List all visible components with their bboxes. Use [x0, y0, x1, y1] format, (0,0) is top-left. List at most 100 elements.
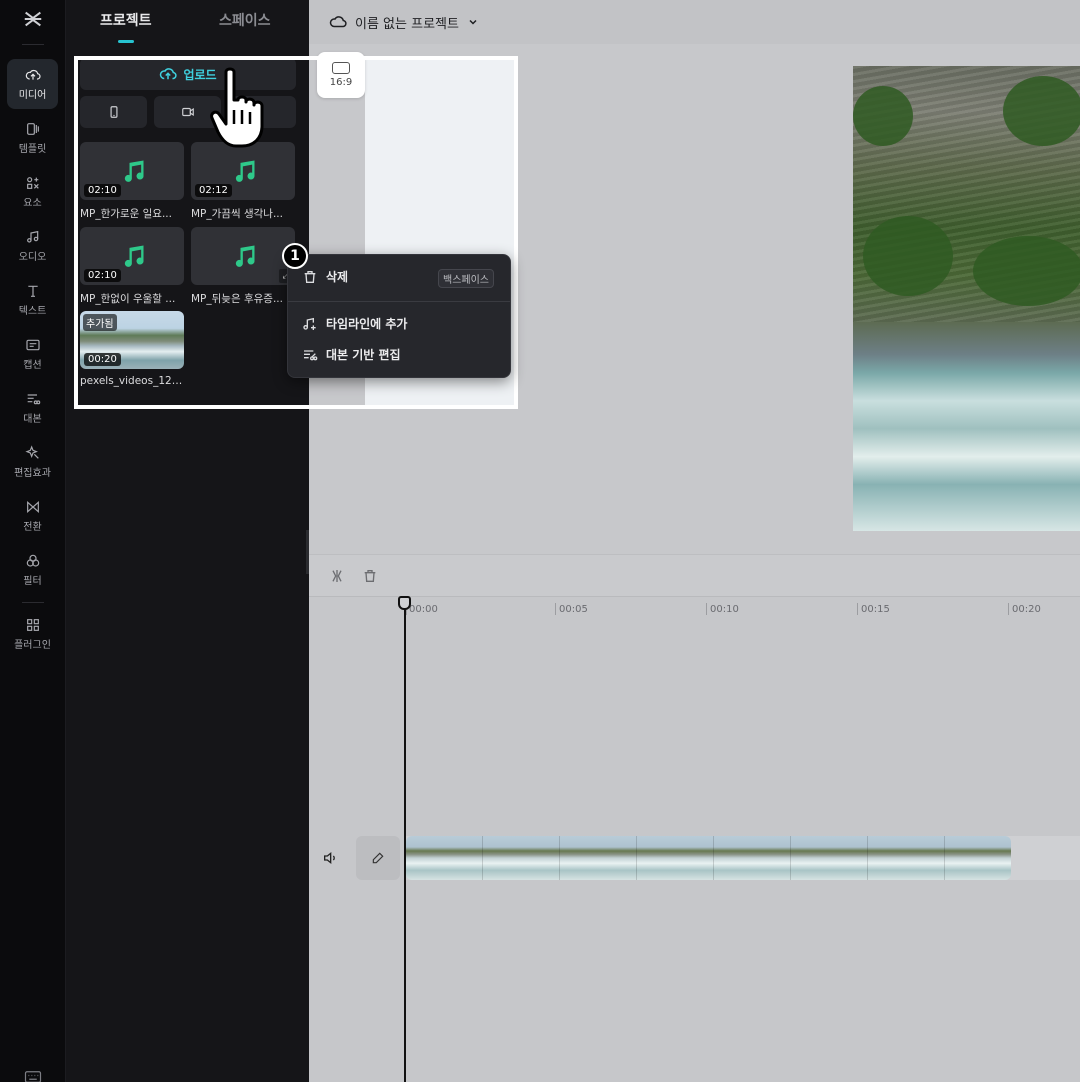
media-card[interactable]: 02:12 MP_가끔씩 생각나...: [191, 142, 295, 221]
duration-label: 00:20: [84, 353, 121, 366]
project-name[interactable]: 이름 없는 프로젝트: [355, 13, 459, 32]
phone-icon: [110, 106, 117, 118]
added-badge: 추가됨: [83, 314, 117, 331]
music-note-icon: [124, 160, 144, 182]
tab-project[interactable]: 프로젝트: [100, 10, 152, 30]
media-card[interactable]: 추가됨 00:20 pexels_videos_1291...: [80, 311, 186, 387]
ruler-label: 00:15: [861, 604, 890, 615]
rail-item-transitions[interactable]: 전환: [7, 491, 58, 541]
rail-divider: [22, 602, 44, 603]
rail-item-filters[interactable]: 필터: [7, 545, 58, 595]
clip-frame: [714, 836, 791, 880]
music-note-icon: [235, 245, 255, 267]
top-header: 이름 없는 프로젝트: [309, 0, 1080, 44]
pointer-hand-icon: [210, 67, 264, 148]
step-number-badge: 1: [282, 243, 308, 269]
video-thumbnail: 추가됨 00:20: [80, 311, 184, 369]
ruler-label: 00:20: [1012, 604, 1041, 615]
add-to-timeline-icon: [303, 317, 316, 330]
menu-item-add-to-timeline[interactable]: 타임라인에 추가: [302, 315, 407, 332]
foliage: [973, 236, 1080, 306]
phone-upload-button[interactable]: [80, 96, 147, 128]
active-tab-indicator: [118, 40, 134, 43]
clip-frame: [406, 836, 483, 880]
script-edit-icon: [304, 349, 318, 360]
timeline-toolbar: [309, 554, 1080, 596]
music-note-icon: [26, 230, 38, 243]
rail-item-label: 오디오: [18, 252, 47, 263]
playhead[interactable]: [404, 598, 406, 1082]
video-clip[interactable]: [406, 836, 1011, 880]
duration-label: 02:10: [84, 269, 121, 282]
ruler-tick: [706, 603, 707, 615]
media-card[interactable]: 02:10 MP_한가로운 일요...: [80, 142, 184, 221]
left-rail: 미디어 템플릿 요소 오디오 텍스트 캡션 대본 편집효과 전환 필터 플러그인: [0, 0, 66, 1082]
panel-tabs: 프로젝트 스페이스: [66, 0, 309, 44]
trash-icon[interactable]: [362, 568, 378, 584]
rail-item-script[interactable]: 대본: [7, 383, 58, 433]
rail-item-templates[interactable]: 템플릿: [7, 113, 58, 163]
media-thumbnail: 02:10: [80, 142, 184, 200]
script-icon: [27, 394, 40, 405]
rail-item-label: 편집효과: [14, 468, 51, 479]
aspect-ratio-icon: [332, 62, 350, 74]
rail-item-label: 미디어: [18, 90, 47, 101]
filter-icon: [26, 554, 39, 567]
rail-item-label: 전환: [23, 522, 42, 533]
cloud-upload-icon: [25, 69, 41, 80]
rail-item-label: 대본: [23, 414, 42, 425]
ruler-label: 00:10: [710, 604, 739, 615]
context-menu: 삭제 백스페이스 타임라인에 추가 대본 기반 편집: [287, 254, 511, 378]
rail-item-label: 요소: [23, 198, 42, 209]
ruler-tick: [857, 603, 858, 615]
clip-frame: [560, 836, 637, 880]
ruler-label: 00:05: [559, 604, 588, 615]
rail-item-elements[interactable]: 요소: [7, 167, 58, 217]
rail-item-audio[interactable]: 오디오: [7, 221, 58, 271]
rail-item-plugins[interactable]: 플러그인: [7, 609, 58, 659]
menu-item-label: 삭제: [326, 270, 349, 284]
clip-frame: [945, 836, 1011, 880]
time-ruler: 00:00 00:05 00:10 00:15 00:20: [309, 597, 1080, 617]
media-card[interactable]: ⤢ MP_뒤늦은 후유증...: [191, 227, 295, 306]
chevron-down-icon[interactable]: [467, 16, 479, 28]
rail-item-captions[interactable]: 캡션: [7, 329, 58, 379]
media-thumbnail: ⤢: [191, 227, 295, 285]
video-preview[interactable]: [853, 66, 1080, 531]
media-name: MP_가끔씩 생각나...: [191, 208, 283, 220]
media-name: MP_한가로운 일요...: [80, 208, 172, 220]
capcut-logo-icon: [24, 11, 42, 27]
grid-icon: [26, 619, 39, 631]
aspect-ratio-button[interactable]: 16:9: [317, 52, 365, 98]
transition-icon: [26, 501, 39, 513]
rail-item-media[interactable]: 미디어: [7, 59, 58, 109]
caption-icon: [25, 339, 40, 351]
foliage: [853, 86, 913, 146]
menu-item-script-edit[interactable]: 대본 기반 편집: [302, 346, 401, 363]
media-thumbnail: 02:12: [191, 142, 295, 200]
menu-item-label: 타임라인에 추가: [326, 317, 408, 331]
playhead-handle[interactable]: [398, 596, 411, 610]
split-icon[interactable]: [329, 568, 345, 584]
media-card[interactable]: 02:10 MP_한없이 우울할 ...: [80, 227, 184, 306]
ruler-label: 00:00: [409, 604, 438, 615]
aspect-ratio-label: 16:9: [329, 77, 353, 88]
rail-item-label: 템플릿: [18, 144, 47, 155]
tab-space[interactable]: 스페이스: [219, 10, 271, 30]
duration-label: 02:12: [195, 184, 232, 197]
keyboard-icon[interactable]: [24, 1070, 42, 1082]
trash-icon: [304, 270, 316, 283]
foliage: [1003, 76, 1080, 146]
duration-label: 02:10: [84, 184, 121, 197]
ruler-tick: [555, 603, 556, 615]
clip-frame: [483, 836, 560, 880]
rail-item-effects[interactable]: 편집효과: [7, 437, 58, 487]
rail-item-text[interactable]: 텍스트: [7, 275, 58, 325]
rail-divider: [22, 44, 44, 45]
speaker-icon[interactable]: [322, 850, 338, 866]
track-edit-button[interactable]: [356, 836, 400, 880]
clip-frame: [791, 836, 868, 880]
ruler-tick: [1008, 603, 1009, 615]
menu-item-delete[interactable]: 삭제: [302, 268, 348, 285]
menu-item-label: 대본 기반 편집: [326, 348, 401, 362]
